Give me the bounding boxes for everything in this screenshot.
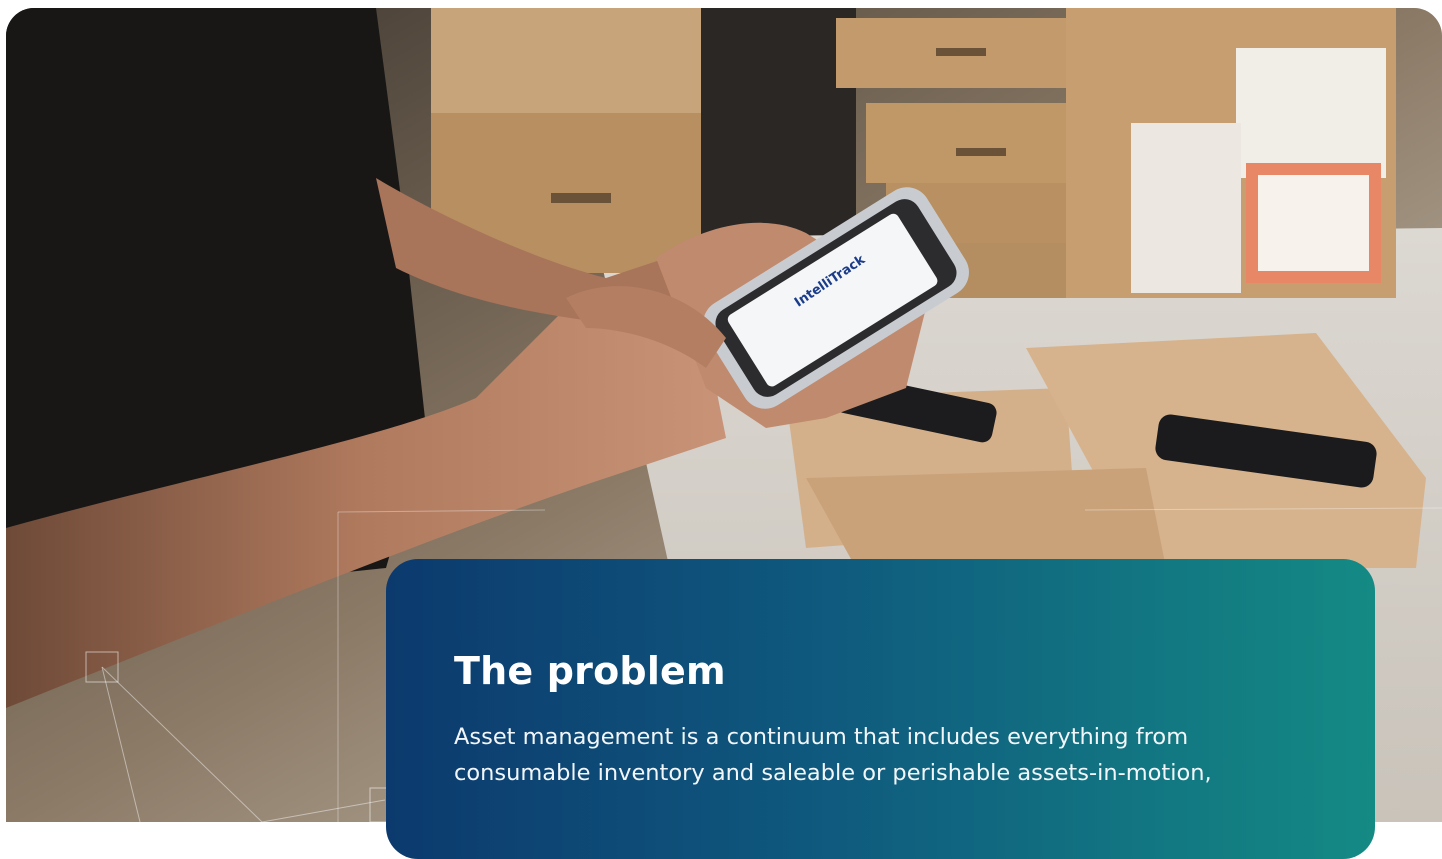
problem-title: The problem [454, 649, 726, 693]
problem-body: Asset management is a continuum that inc… [454, 724, 1212, 786]
problem-card: The problem Asset management is a contin… [386, 559, 1375, 859]
